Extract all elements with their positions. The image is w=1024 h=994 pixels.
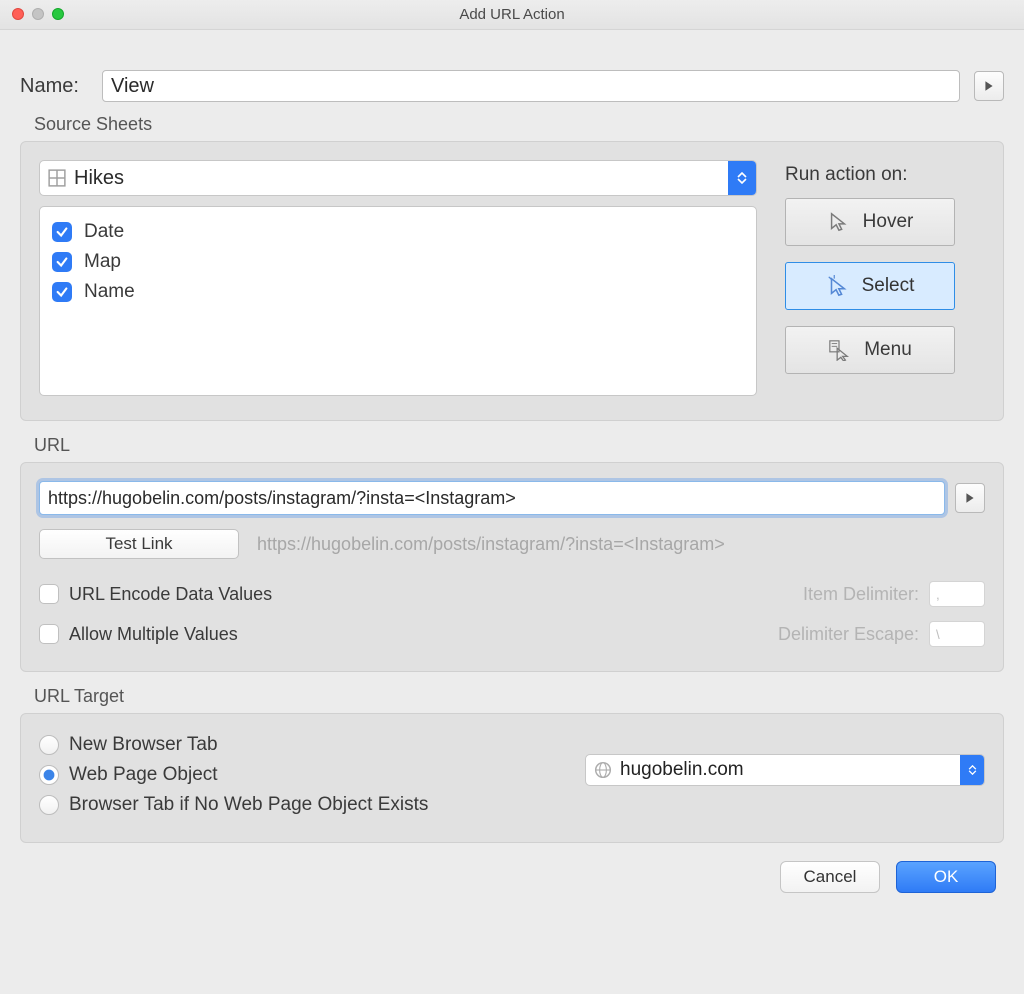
- url-params-button[interactable]: [955, 483, 985, 513]
- ok-button[interactable]: OK: [896, 861, 996, 893]
- checkbox-checked-icon: [52, 282, 72, 302]
- sheet-grid-icon: [48, 169, 66, 187]
- hover-label: Hover: [863, 211, 914, 233]
- radio-label: Browser Tab if No Web Page Object Exists: [69, 794, 428, 816]
- window-titlebar: Add URL Action: [0, 0, 1024, 30]
- minimize-window-icon[interactable]: [32, 8, 44, 20]
- url-encode-label: URL Encode Data Values: [69, 584, 272, 605]
- delimiter-escape-label: Delimiter Escape:: [778, 624, 919, 645]
- dialog-footer: Cancel OK: [0, 843, 1024, 911]
- checkbox-unchecked-icon: [39, 624, 59, 644]
- url-encode-toggle[interactable]: URL Encode Data Values: [39, 584, 272, 605]
- url-target-panel: New Browser Tab Web Page Object Browser …: [20, 713, 1004, 843]
- checkbox-checked-icon: [52, 222, 72, 242]
- delimiter-escape-input[interactable]: [929, 621, 985, 647]
- checkbox-unchecked-icon: [39, 584, 59, 604]
- url-target-label: URL Target: [34, 686, 1004, 707]
- cursor-hover-icon: [827, 211, 849, 233]
- name-label: Name:: [20, 75, 88, 98]
- menu-button[interactable]: Menu: [785, 326, 955, 374]
- cursor-menu-icon: [828, 339, 850, 361]
- radio-label: New Browser Tab: [69, 734, 218, 756]
- menu-label: Menu: [864, 339, 912, 361]
- caret-right-icon: [964, 492, 976, 504]
- caret-right-icon: [983, 80, 995, 92]
- radio-label: Web Page Object: [69, 764, 218, 786]
- field-label: Date: [84, 221, 124, 243]
- item-delimiter-label: Item Delimiter:: [803, 584, 919, 605]
- field-label: Map: [84, 251, 121, 273]
- cancel-button[interactable]: Cancel: [780, 861, 880, 893]
- allow-multiple-label: Allow Multiple Values: [69, 624, 238, 645]
- cursor-select-icon: [826, 275, 848, 297]
- source-sheet-select[interactable]: Hikes: [39, 160, 757, 196]
- cancel-label: Cancel: [804, 867, 857, 887]
- zoom-window-icon[interactable]: [52, 8, 64, 20]
- name-params-button[interactable]: [974, 71, 1004, 101]
- run-action-on-label: Run action on:: [785, 164, 985, 186]
- web-page-object-select[interactable]: hugobelin.com: [585, 754, 985, 786]
- item-delimiter-input[interactable]: [929, 581, 985, 607]
- source-sheets-panel: Hikes Date Map: [20, 141, 1004, 421]
- radio-unchecked-icon: [39, 735, 59, 755]
- allow-multiple-toggle[interactable]: Allow Multiple Values: [39, 624, 238, 645]
- checkbox-checked-icon: [52, 252, 72, 272]
- test-link-label: Test Link: [105, 534, 172, 554]
- close-window-icon[interactable]: [12, 8, 24, 20]
- url-panel: Test Link https://hugobelin.com/posts/in…: [20, 462, 1004, 672]
- radio-unchecked-icon: [39, 795, 59, 815]
- select-label: Select: [862, 275, 915, 297]
- test-link-button[interactable]: Test Link: [39, 529, 239, 559]
- select-button[interactable]: Select: [785, 262, 955, 310]
- chevron-down-icon: [737, 178, 747, 184]
- url-input[interactable]: [39, 481, 945, 515]
- field-item-map[interactable]: Map: [52, 247, 744, 277]
- url-preview: https://hugobelin.com/posts/instagram/?i…: [257, 534, 725, 555]
- field-item-name[interactable]: Name: [52, 277, 744, 307]
- name-input[interactable]: [102, 70, 960, 102]
- ok-label: OK: [934, 867, 959, 887]
- hover-button[interactable]: Hover: [785, 198, 955, 246]
- field-label: Name: [84, 281, 135, 303]
- source-sheets-label: Source Sheets: [34, 114, 1004, 135]
- window-title: Add URL Action: [459, 6, 564, 23]
- chevron-down-icon: [968, 770, 977, 775]
- radio-checked-icon: [39, 765, 59, 785]
- web-page-object-value: hugobelin.com: [620, 759, 960, 781]
- source-fields-list: Date Map Name: [39, 206, 757, 396]
- globe-icon: [594, 761, 612, 779]
- traffic-lights: [12, 8, 64, 20]
- url-section-label: URL: [34, 435, 1004, 456]
- source-sheet-value: Hikes: [74, 167, 728, 190]
- field-item-date[interactable]: Date: [52, 217, 744, 247]
- radio-fallback-tab[interactable]: Browser Tab if No Web Page Object Exists: [39, 790, 985, 820]
